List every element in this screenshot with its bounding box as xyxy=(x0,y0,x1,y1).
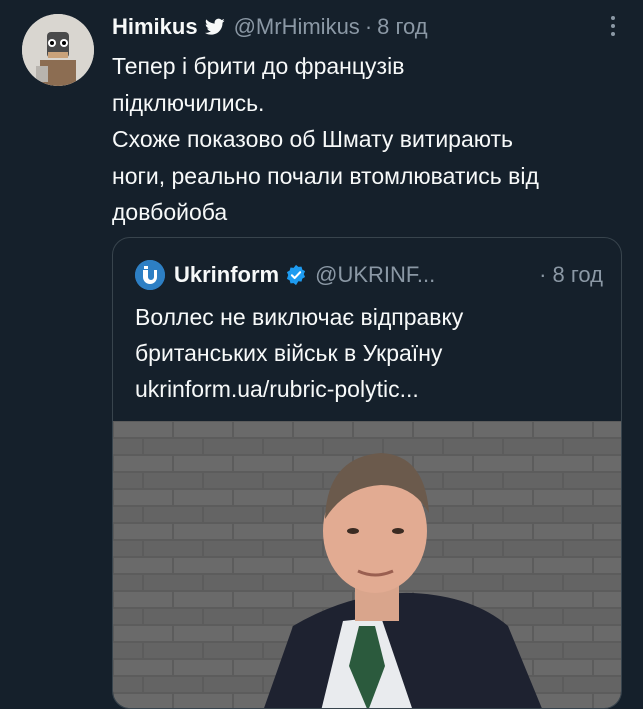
tweet-text-line: Схоже показово об Шмату витирають xyxy=(112,126,514,152)
man-in-suit-photo xyxy=(113,421,621,708)
verified-badge-icon xyxy=(287,264,306,286)
quoted-tweet-body: Воллес не виключає відправку британських… xyxy=(135,299,605,407)
tweet-timestamp[interactable]: 8 год xyxy=(377,14,427,40)
author-name[interactable]: Himikus xyxy=(112,14,198,40)
quoted-author-handle[interactable]: @UKRINF... xyxy=(315,262,435,288)
quoted-tweet-photo[interactable] xyxy=(113,421,621,708)
quoted-author-name[interactable]: Ukrinform xyxy=(174,262,279,288)
tweet-body: Тепер і брити до французів підключились.… xyxy=(112,48,632,231)
quoted-text-line: Воллес не виключає відправку xyxy=(135,304,464,330)
author-handle[interactable]: @MrHimikus xyxy=(234,14,360,40)
quoted-link[interactable]: ukrinform.ua/rubric-polytic... xyxy=(135,371,605,407)
avatar-image xyxy=(22,14,94,86)
tweet-text-line: довбойоба xyxy=(112,199,228,225)
tweet-text-line: Тепер і брити до французів xyxy=(112,53,405,79)
quoted-text-line: британських військ в Україну xyxy=(135,340,443,366)
quoted-tweet-card[interactable]: Ukrinform @UKRINF... · 8 год Воллес не в… xyxy=(112,237,622,709)
tweet-text-line: підключились. xyxy=(112,89,265,116)
tweet-text-line: ноги, реально почали втомлюватись від xyxy=(112,162,539,189)
quoted-tweet-header: Ukrinform @UKRINF... · 8 год xyxy=(135,260,603,290)
more-options-icon[interactable] xyxy=(611,16,617,40)
quoted-tweet-timestamp[interactable]: · 8 год xyxy=(539,262,603,288)
tweet-header: Himikus @MrHimikus · 8 год xyxy=(112,12,623,42)
ukrinform-logo-icon xyxy=(135,260,165,290)
separator-dot: · xyxy=(364,14,373,39)
author-avatar[interactable] xyxy=(22,14,94,86)
twitter-bird-icon xyxy=(204,18,225,35)
